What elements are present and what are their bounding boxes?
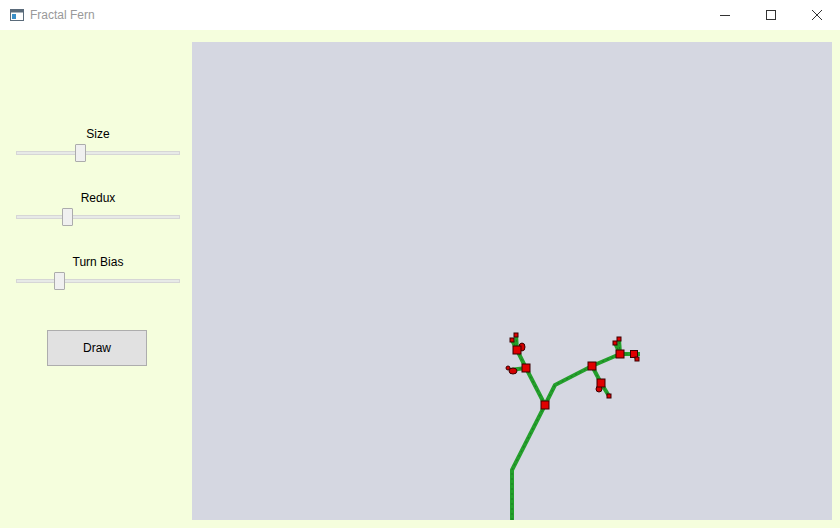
slider-label: Redux xyxy=(16,191,180,206)
close-icon xyxy=(812,10,822,20)
fern-leaf xyxy=(506,366,510,370)
minimize-button[interactable] xyxy=(702,0,748,30)
app-icon xyxy=(10,9,24,21)
drawing-canvas xyxy=(192,42,832,520)
fern-stem xyxy=(545,354,640,405)
slider-group: Size xyxy=(16,127,180,162)
slider[interactable] xyxy=(16,272,180,290)
fern-node xyxy=(607,394,611,398)
slider[interactable] xyxy=(16,208,180,226)
slider-track xyxy=(16,279,180,283)
slider[interactable] xyxy=(16,144,180,162)
fern-node xyxy=(513,346,521,354)
title-bar: Fractal Fern xyxy=(0,0,840,30)
minimize-icon xyxy=(720,10,730,20)
slider-thumb[interactable] xyxy=(75,144,86,162)
window-title: Fractal Fern xyxy=(30,8,702,22)
window: Fractal Fern Size Redux Turn Bias Draw xyxy=(0,0,840,528)
close-button[interactable] xyxy=(794,0,840,30)
fern-node xyxy=(514,333,518,337)
fern-stem-texture xyxy=(545,354,640,405)
slider-thumb[interactable] xyxy=(54,272,65,290)
fern-drawing xyxy=(192,42,832,520)
control-panel: Size Redux Turn Bias Draw xyxy=(0,30,192,528)
maximize-icon xyxy=(766,10,776,20)
slider-track xyxy=(16,215,180,219)
draw-button[interactable]: Draw xyxy=(47,330,147,366)
slider-track xyxy=(16,151,180,155)
fern-stem xyxy=(512,405,545,520)
fern-stem-texture xyxy=(512,405,545,520)
fern-node xyxy=(597,379,605,387)
slider-thumb[interactable] xyxy=(62,208,73,226)
slider-label: Size xyxy=(16,127,180,142)
fern-node xyxy=(588,362,596,370)
fern-node xyxy=(635,357,639,361)
fern-node xyxy=(631,351,638,358)
fern-node xyxy=(541,401,549,409)
fern-node xyxy=(510,338,514,342)
fern-node xyxy=(616,350,624,358)
maximize-button[interactable] xyxy=(748,0,794,30)
slider-label: Turn Bias xyxy=(16,255,180,270)
fern-node xyxy=(617,337,621,341)
fern-node xyxy=(613,341,617,345)
fern-node xyxy=(522,364,530,372)
slider-group: Redux xyxy=(16,191,180,226)
slider-group: Turn Bias xyxy=(16,255,180,290)
